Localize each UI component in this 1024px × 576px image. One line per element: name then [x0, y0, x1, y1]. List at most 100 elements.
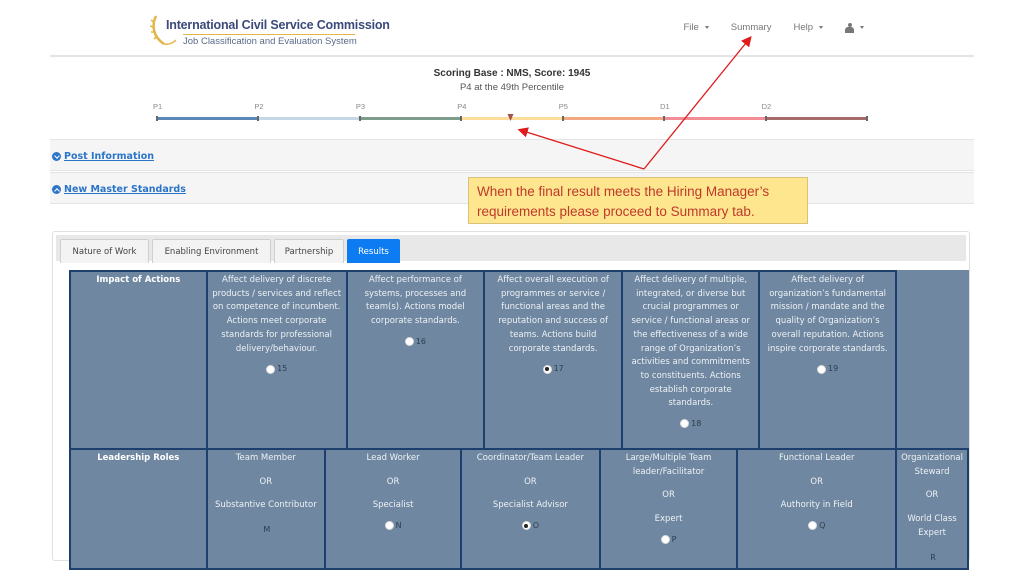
- nav-help-menu[interactable]: Help: [793, 22, 823, 33]
- scale-tick: [257, 116, 260, 121]
- leadership-radio-q[interactable]: [808, 521, 818, 531]
- nav-summary-link[interactable]: Summary: [731, 22, 772, 33]
- role-alt: Specialist: [372, 500, 414, 511]
- grade-scale: P1 P2 P3 P4 P5 D1 D2: [153, 102, 868, 124]
- new-master-standards-label: New Master Standards: [64, 184, 186, 195]
- scale-tick: [156, 116, 158, 121]
- score-title: Scoring Base : NMS, Score: 1945: [433, 68, 591, 79]
- impact-radio-17[interactable]: [542, 364, 552, 374]
- or-label: OR: [810, 476, 824, 487]
- leadership-option-o: Coordinator/Team Leader OR Specialist Ad…: [460, 448, 601, 570]
- impact-option-17: Affect overall execution of programmes o…: [482, 270, 624, 450]
- or-label: OR: [925, 490, 939, 501]
- impact-radio-16[interactable]: [404, 337, 414, 347]
- scale-segment-p3: [359, 117, 462, 120]
- option-letter: M: [263, 525, 271, 535]
- tab-bar: Nature of Work Enabling Environment Part…: [56, 235, 966, 263]
- post-information-section: Post Information: [50, 139, 974, 171]
- impact-option-text: Affect overall execution of programmes o…: [497, 275, 609, 354]
- leadership-radio-o[interactable]: [521, 521, 531, 531]
- scale-label-p4: P4: [457, 102, 467, 111]
- user-icon: [845, 22, 854, 33]
- impact-radio-18[interactable]: [680, 419, 690, 429]
- chevron-down-circle-icon: [52, 152, 61, 161]
- role-alt: Specialist Advisor: [492, 500, 568, 511]
- scale-tick: [561, 116, 564, 121]
- icsc-logo[interactable]: International Civil Service Commission J…: [150, 14, 390, 48]
- scale-tick: [866, 116, 868, 121]
- scale-tick: [764, 116, 767, 121]
- impact-option-19: Affect delivery of organization’s fundam…: [758, 270, 898, 450]
- scale-segment-d2: [765, 117, 867, 120]
- scale-tick: [358, 116, 361, 121]
- scale-label-d2: D2: [761, 102, 772, 111]
- annotation-line-2: requirements please proceed to Summary t…: [477, 204, 755, 219]
- tab-partnership[interactable]: Partnership: [274, 239, 344, 263]
- scale-tick: [460, 116, 463, 121]
- nav-user-menu[interactable]: [845, 22, 864, 33]
- leadership-row: Leadership Roles Team Member OR Substant…: [69, 448, 969, 570]
- role-alt: Substantive Contributor: [214, 500, 317, 511]
- caret-down-icon: [819, 26, 823, 29]
- or-label: OR: [524, 476, 537, 487]
- impact-option-text: Affect delivery of discrete products / s…: [212, 275, 342, 354]
- leadership-option-n: Lead Worker OR Specialist N: [324, 448, 463, 570]
- scale-label-d1: D1: [660, 102, 670, 111]
- scale-segment-p1: [157, 117, 259, 120]
- nav-help-label: Help: [793, 22, 813, 33]
- scale-label-p1: P1: [153, 102, 163, 111]
- new-master-standards-toggle[interactable]: New Master Standards: [52, 184, 186, 195]
- role-name: Coordinator/Team Leader: [476, 453, 585, 463]
- or-label: OR: [386, 476, 400, 487]
- top-nav: File Summary Help: [661, 22, 864, 33]
- app-header: International Civil Service Commission J…: [50, 0, 974, 57]
- scale-segment-p5: [562, 117, 665, 120]
- role-name: Organizational Steward: [901, 453, 963, 477]
- nav-summary-label: Summary: [730, 22, 772, 33]
- impact-radio-15[interactable]: [266, 364, 276, 374]
- post-information-toggle[interactable]: Post Information: [52, 151, 154, 162]
- tab-results[interactable]: Results: [347, 239, 400, 263]
- role-alt: World Class Expert: [907, 514, 957, 538]
- role-name: Functional Leader: [778, 453, 855, 463]
- leadership-option-r: Organizational Steward OR World Class Ex…: [895, 448, 969, 570]
- scale-label-p2: P2: [254, 102, 264, 111]
- impact-row: Impact of Actions Affect delivery of dis…: [69, 270, 968, 450]
- nav-file-label: File: [683, 22, 699, 33]
- impact-option-15: Affect delivery of discrete products / s…: [205, 270, 348, 450]
- scale-tick: [663, 116, 666, 121]
- or-label: OR: [259, 476, 273, 487]
- annotation-line-1: When the final result meets the Hiring M…: [477, 184, 770, 199]
- nav-file-menu[interactable]: File: [683, 22, 709, 33]
- impact-of-actions-header: Impact of Actions: [69, 270, 208, 450]
- role-alt: Authority in Field: [780, 500, 853, 511]
- logo-title: International Civil Service Commission: [166, 18, 390, 32]
- role-name: Team Member: [235, 453, 296, 463]
- scale-label-p3: P3: [355, 102, 366, 111]
- impact-option-text: Affect performance of systems, processes…: [364, 275, 467, 327]
- option-letter: R: [930, 552, 936, 562]
- page: International Civil Service Commission J…: [0, 0, 1024, 576]
- role-name: Lead Worker: [366, 453, 420, 463]
- results-panel: Nature of Work Enabling Environment Part…: [52, 231, 970, 570]
- impact-option-16: Affect performance of systems, processes…: [345, 270, 485, 450]
- tab-nature-of-work[interactable]: Nature of Work: [60, 239, 149, 263]
- impact-option-text: Affect delivery of multiple, integrated,…: [631, 275, 750, 409]
- role-name: Large/Multiple Team leader/Facilitator: [625, 453, 712, 477]
- impact-option-18: Affect delivery of multiple, integrated,…: [621, 270, 761, 450]
- leadership-option-p: Large/Multiple Team leader/Facilitator O…: [598, 448, 739, 570]
- impact-radio-19[interactable]: [817, 364, 827, 374]
- role-alt: Expert: [654, 514, 683, 525]
- results-grid: Impact of Actions Affect delivery of dis…: [69, 270, 969, 570]
- leadership-radio-n[interactable]: [384, 521, 394, 531]
- scale-segment-p2: [258, 117, 360, 120]
- impact-option-text: Affect delivery of organization’s fundam…: [767, 275, 888, 354]
- score-subtitle: P4 at the 49th Percentile: [459, 82, 565, 93]
- caret-down-icon: [860, 26, 864, 29]
- or-label: OR: [662, 490, 675, 501]
- leadership-option-m: Team Member OR Substantive Contributor M: [205, 448, 327, 570]
- leadership-radio-p[interactable]: [660, 535, 670, 545]
- tab-enabling-environment[interactable]: Enabling Environment: [152, 239, 271, 263]
- logo-subtitle: Job Classification and Evaluation System: [183, 34, 357, 47]
- chevron-up-circle-icon: [52, 185, 61, 194]
